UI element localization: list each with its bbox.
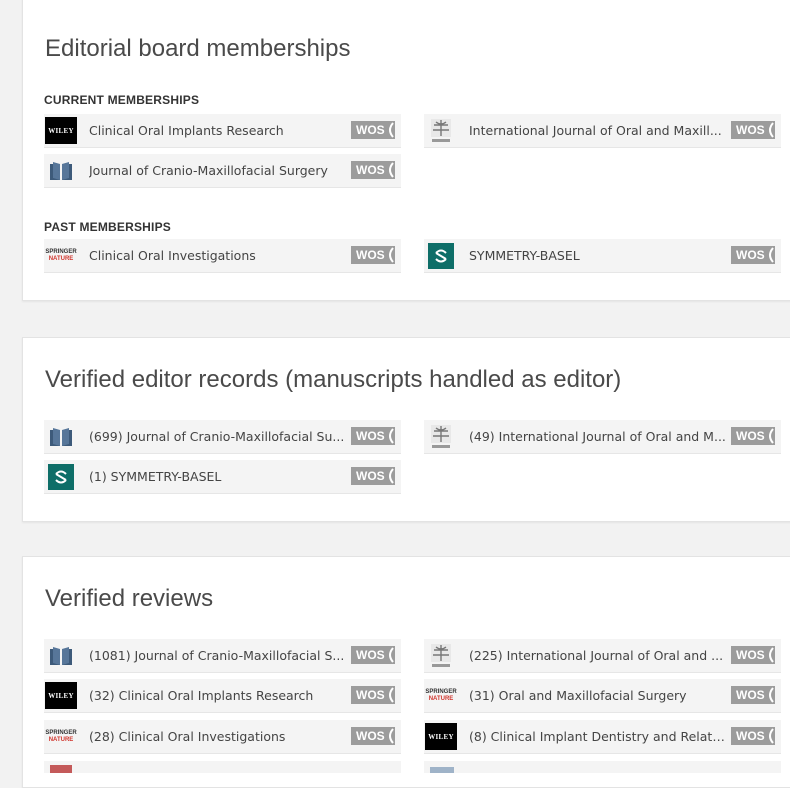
springer-logo: SPRINGER NATURE	[425, 688, 457, 702]
wiley-logo: WILEY	[45, 117, 77, 144]
wos-badge[interactable]: WOS	[351, 686, 395, 704]
membership-row[interactable]: International Journal of Oral and Maxill…	[424, 114, 781, 148]
wos-badge[interactable]: WOS	[351, 727, 395, 745]
journal-label: (1) SYMMETRY-BASEL	[89, 469, 222, 484]
springer-logo: SPRINGER NATURE	[45, 729, 77, 743]
book-icon	[45, 642, 77, 669]
wos-badge[interactable]: WOS	[351, 467, 395, 485]
review-row-partial[interactable]	[44, 761, 401, 773]
elsevier-logo	[425, 642, 457, 669]
journal-label: Clinical Oral Implants Research	[89, 123, 284, 138]
past-memberships-heading: PAST MEMBERSHIPS	[44, 220, 171, 234]
review-row[interactable]: SPRINGER NATURE (31) Oral and Maxillofaci…	[424, 679, 781, 713]
book-icon	[45, 157, 77, 184]
journal-logo-partial	[430, 767, 454, 773]
review-row[interactable]: WILEY (8) Clinical Implant Dentistry and…	[424, 720, 781, 754]
symmetry-logo	[45, 463, 77, 490]
review-row[interactable]: SPRINGER NATURE (28) Clinical Oral Invest…	[44, 720, 401, 754]
membership-row[interactable]: SYMMETRY-BASEL WOS	[424, 239, 781, 273]
wos-badge[interactable]: WOS	[351, 646, 395, 664]
wos-badge[interactable]: WOS	[731, 121, 775, 139]
wos-badge[interactable]: WOS	[351, 161, 395, 179]
editor-records-title: Verified editor records (manuscripts han…	[45, 366, 622, 393]
book-icon	[45, 423, 77, 450]
journal-label: (225) International Journal of Oral and …	[469, 648, 724, 663]
journal-label: SYMMETRY-BASEL	[469, 248, 580, 263]
journal-label: (32) Clinical Oral Implants Research	[89, 688, 314, 703]
membership-row[interactable]: Journal of Cranio-Maxillofacial Surgery …	[44, 154, 401, 188]
springer-logo: SPRINGER NATURE	[45, 248, 77, 262]
elsevier-logo	[425, 423, 457, 450]
journal-label: (699) Journal of Cranio-Maxillofacial Su…	[89, 429, 345, 444]
journal-label: Clinical Oral Investigations	[89, 248, 256, 263]
editor-records-card: Verified editor records (manuscripts han…	[22, 337, 790, 522]
journal-label: International Journal of Oral and Maxill…	[469, 123, 722, 138]
editorial-board-card: Editorial board memberships CURRENT MEMB…	[22, 0, 790, 301]
journal-label: Journal of Cranio-Maxillofacial Surgery	[89, 163, 328, 178]
wos-badge[interactable]: WOS	[351, 121, 395, 139]
journal-logo-partial	[50, 765, 72, 773]
journal-label: (1081) Journal of Cranio-Maxillofacial S…	[89, 648, 345, 663]
wos-badge[interactable]: WOS	[731, 427, 775, 445]
review-row-partial[interactable]	[424, 761, 781, 773]
review-row[interactable]: (225) International Journal of Oral and …	[424, 639, 781, 673]
elsevier-logo	[425, 117, 457, 144]
wos-badge[interactable]: WOS	[351, 427, 395, 445]
verified-reviews-title: Verified reviews	[45, 585, 214, 612]
wiley-logo: WILEY	[425, 723, 457, 750]
journal-label: (28) Clinical Oral Investigations	[89, 729, 286, 744]
review-row[interactable]: WILEY (32) Clinical Oral Implants Resear…	[44, 679, 401, 713]
editor-record-row[interactable]: (699) Journal of Cranio-Maxillofacial Su…	[44, 420, 401, 454]
review-row[interactable]: (1081) Journal of Cranio-Maxillofacial S…	[44, 639, 401, 673]
journal-label: (8) Clinical Implant Dentistry and Relat…	[469, 729, 731, 744]
editor-record-row[interactable]: (1) SYMMETRY-BASEL WOS	[44, 460, 401, 494]
verified-reviews-card: Verified reviews (1081) Journal of Crani…	[22, 556, 790, 788]
wos-badge[interactable]: WOS	[351, 246, 395, 264]
editorial-board-title: Editorial board memberships	[45, 35, 351, 62]
wos-badge[interactable]: WOS	[731, 246, 775, 264]
wos-badge[interactable]: WOS	[731, 727, 775, 745]
journal-label: (49) International Journal of Oral and M…	[469, 429, 726, 444]
journal-label: (31) Oral and Maxillofacial Surgery	[469, 688, 687, 703]
membership-row[interactable]: SPRINGER NATURE Clinical Oral Investigati…	[44, 239, 401, 273]
current-memberships-heading: CURRENT MEMBERSHIPS	[44, 93, 200, 107]
editor-record-row[interactable]: (49) International Journal of Oral and M…	[424, 420, 781, 454]
wiley-logo: WILEY	[45, 682, 77, 709]
wos-badge[interactable]: WOS	[731, 686, 775, 704]
symmetry-logo	[425, 242, 457, 269]
membership-row[interactable]: WILEY Clinical Oral Implants Research WO…	[44, 114, 401, 148]
wos-badge[interactable]: WOS	[731, 646, 775, 664]
